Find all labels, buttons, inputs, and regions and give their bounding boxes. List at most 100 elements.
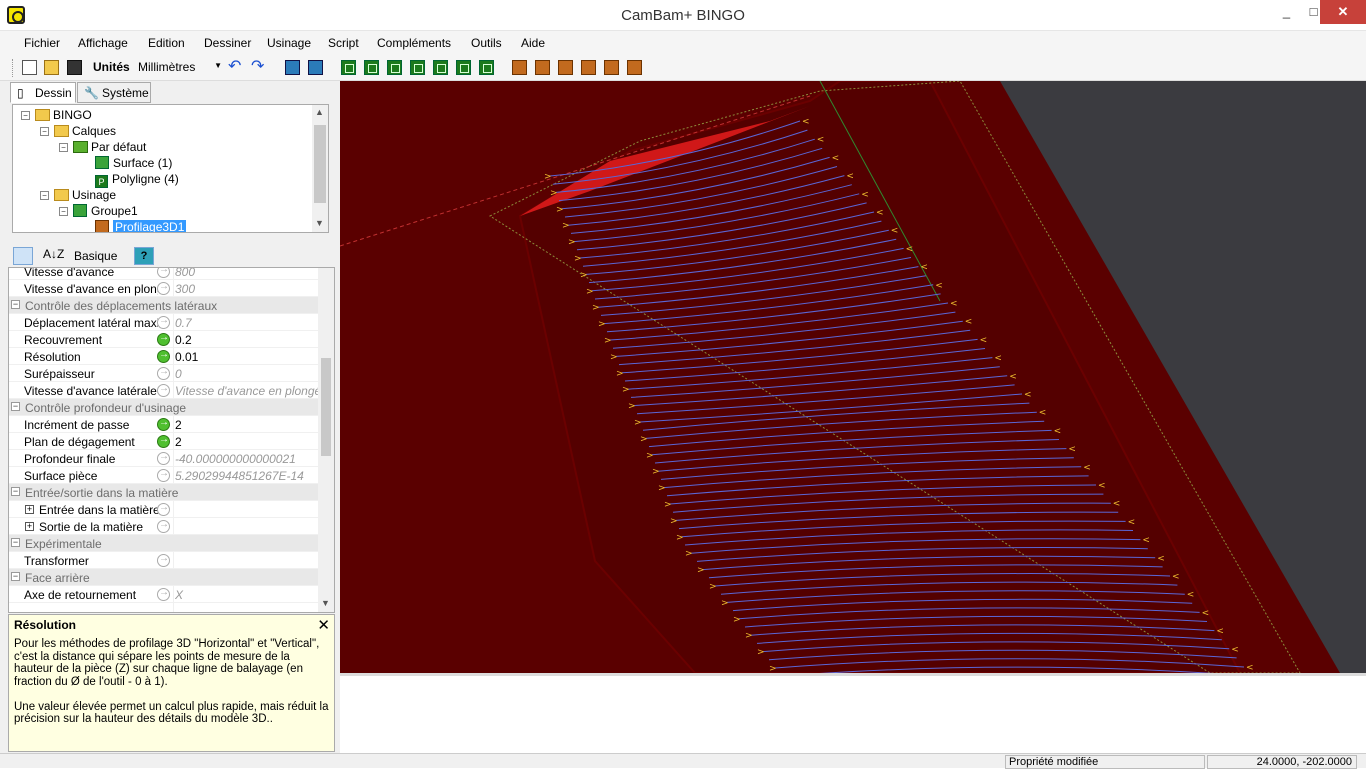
property-state-icon[interactable] [157, 383, 170, 397]
property-row[interactable]: Plan de dégagement 2 [9, 433, 321, 450]
property-value[interactable]: 0.2 [175, 333, 320, 347]
property-state-icon[interactable] [157, 332, 170, 346]
scroll-down-icon[interactable]: ▼ [321, 598, 330, 608]
property-scroll-thumb[interactable] [321, 358, 331, 456]
tree-scroll-thumb[interactable] [314, 125, 326, 203]
property-scrollbar[interactable]: ▼ [318, 268, 334, 612]
close-button[interactable]: ✕ [1320, 0, 1366, 24]
post-icon[interactable] [604, 60, 619, 75]
property-row[interactable]: Vitesse d'avance 800 [9, 268, 321, 280]
scroll-up-icon[interactable]: ▲ [315, 107, 324, 117]
property-value[interactable]: Vitesse d'avance en plongée [175, 384, 320, 398]
units-select[interactable]: Millimètres ▼ [136, 58, 224, 78]
tree-node-root[interactable]: BINGO [35, 108, 92, 123]
tree-node-default-layer[interactable]: Par défaut [73, 140, 146, 155]
property-row[interactable]: Déplacement latéral maxi 0.7 [9, 314, 321, 331]
collapse-icon[interactable]: − [11, 300, 20, 309]
help-close-icon[interactable]: ✕ [317, 616, 330, 634]
tree-node-polyline[interactable]: P Polyligne (4) [95, 172, 179, 188]
property-value[interactable]: 300 [175, 282, 320, 296]
basic-button[interactable]: Basique [74, 249, 117, 263]
menu-tools[interactable]: Outils [471, 36, 502, 50]
collapse-icon[interactable]: − [11, 487, 20, 496]
property-value[interactable]: 0.7 [175, 316, 320, 330]
tree-node-machining[interactable]: Usinage [54, 188, 116, 203]
tree-expander-icon[interactable]: − [21, 111, 30, 120]
snap-icon[interactable] [285, 60, 300, 75]
property-category[interactable]: − Expérimentale [9, 535, 321, 552]
export-icon[interactable] [581, 60, 596, 75]
property-state-icon[interactable] [157, 502, 170, 516]
redo-icon[interactable]: ↷ [251, 59, 266, 75]
lathe-icon[interactable] [456, 60, 471, 75]
menu-edit[interactable]: Edition [148, 36, 185, 50]
tree-expander-icon[interactable]: − [40, 191, 49, 200]
property-value[interactable]: -40.000000000000021 [175, 452, 320, 466]
property-state-icon[interactable] [157, 268, 170, 278]
pocket-icon[interactable] [364, 60, 379, 75]
engrave-icon[interactable] [410, 60, 425, 75]
categorized-view-icon[interactable] [13, 247, 33, 265]
property-category[interactable]: − Entrée/sortie dans la matière [9, 484, 321, 501]
property-value[interactable]: 800 [175, 268, 320, 279]
profile-icon[interactable] [341, 60, 356, 75]
script-icon[interactable] [558, 60, 573, 75]
property-state-icon[interactable] [157, 434, 170, 448]
grid-icon[interactable] [308, 60, 323, 75]
property-value[interactable]: 2 [175, 435, 320, 449]
property-row[interactable]: Surépaisseur 0 [9, 365, 321, 382]
tree-node-surface[interactable]: Surface (1) [95, 156, 172, 171]
tree-node-group[interactable]: Groupe1 [73, 204, 138, 219]
tool-library-icon[interactable] [627, 60, 642, 75]
collapse-icon[interactable]: − [11, 402, 20, 411]
undo-icon[interactable]: ↶ [228, 59, 243, 75]
property-state-icon[interactable] [157, 281, 170, 295]
property-category[interactable]: − Face arrière [9, 569, 321, 586]
property-category[interactable]: − Contrôle profondeur d'usinage [9, 399, 321, 416]
menu-view[interactable]: Affichage [78, 36, 128, 50]
property-category[interactable]: − Contrôle des déplacements latéraux [9, 297, 321, 314]
tree-expander-icon[interactable]: − [40, 127, 49, 136]
property-state-icon[interactable] [157, 587, 170, 601]
3d-profile-icon[interactable] [479, 60, 494, 75]
property-row[interactable]: Vitesse d'avance latérale Vitesse d'avanc… [9, 382, 321, 399]
property-state-icon[interactable] [157, 451, 170, 465]
tab-drawing[interactable]: ▯ Dessin [10, 82, 76, 103]
sort-alpha-icon[interactable]: A↓Z [43, 247, 64, 261]
gcode-icon[interactable] [512, 60, 527, 75]
property-state-icon[interactable] [157, 315, 170, 329]
tree-node-profile3d[interactable]: Profilage3D1 [95, 220, 187, 232]
property-row[interactable]: Incrément de passe 2 [9, 416, 321, 433]
property-state-icon[interactable] [157, 519, 170, 533]
menu-plugins[interactable]: Compléments [377, 36, 451, 50]
new-file-icon[interactable] [22, 60, 37, 75]
menu-help[interactable]: Aide [521, 36, 545, 50]
property-state-icon[interactable] [157, 366, 170, 380]
property-row[interactable]: Recouvrement 0.2 [9, 331, 321, 348]
property-state-icon[interactable] [157, 417, 170, 431]
3d-viewport[interactable]: > < > < > < > < > < > < > < > < > < > < > < > < > < > < > < > < > < > < > < > <… [340, 81, 1366, 673]
property-row[interactable]: Surface pièce 5.29029944851267E-14 [9, 467, 321, 484]
drill-icon[interactable] [387, 60, 402, 75]
property-row[interactable]: Profondeur finale -40.000000000000021 [9, 450, 321, 467]
property-state-icon[interactable] [157, 553, 170, 567]
expand-icon[interactable]: + [25, 505, 34, 514]
text-icon[interactable] [433, 60, 448, 75]
property-value[interactable]: 5.29029944851267E-14 [175, 469, 320, 483]
tree-expander-icon[interactable]: − [59, 143, 68, 152]
property-value[interactable]: 0.01 [175, 350, 320, 364]
menu-machining[interactable]: Usinage [267, 36, 311, 50]
property-value[interactable]: X [175, 588, 320, 602]
property-row[interactable]: + Sortie de la matière [9, 518, 321, 535]
property-row[interactable]: + Entrée dans la matière [9, 501, 321, 518]
property-value[interactable]: 2 [175, 418, 320, 432]
collapse-icon[interactable]: − [11, 538, 20, 547]
expand-icon[interactable]: + [25, 522, 34, 531]
tree-scrollbar[interactable]: ▲ ▼ [312, 105, 328, 232]
menu-draw[interactable]: Dessiner [204, 36, 251, 50]
3d-scene[interactable]: > < > < > < > < > < > < > < > < > < > < > < > < > < > < > < > < > < > < > < > <… [340, 81, 1366, 673]
property-value[interactable]: 0 [175, 367, 320, 381]
tree-node-layers[interactable]: Calques [54, 124, 116, 139]
menu-script[interactable]: Script [328, 36, 359, 50]
save-icon[interactable] [67, 60, 82, 75]
